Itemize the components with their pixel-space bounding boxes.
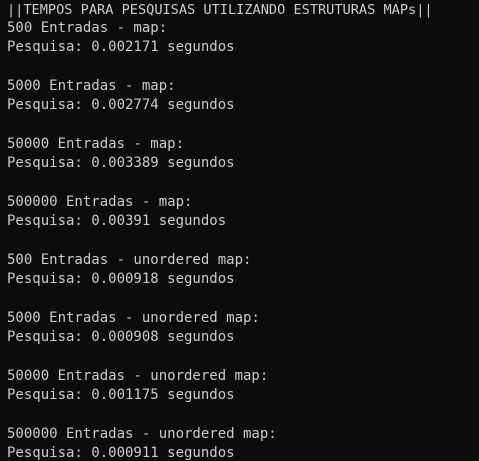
result-time: Pesquisa: 0.003389 segundos — [7, 155, 235, 171]
result-block: 5000 Entradas - unordered map: Pesquisa:… — [7, 309, 479, 347]
result-title: 500 Entradas - map: — [7, 20, 168, 36]
result-block: 5000 Entradas - map: Pesquisa: 0.002774 … — [7, 77, 479, 115]
result-time: Pesquisa: 0.000918 segundos — [7, 271, 235, 287]
result-block: 500000 Entradas - unordered map: Pesquis… — [7, 425, 479, 461]
result-title: 5000 Entradas - map: — [7, 78, 176, 94]
result-time: Pesquisa: 0.001175 segundos — [7, 387, 235, 403]
result-time: Pesquisa: 0.00391 segundos — [7, 213, 227, 229]
result-block: 500000 Entradas - map: Pesquisa: 0.00391… — [7, 193, 479, 231]
result-time: Pesquisa: 0.002774 segundos — [7, 97, 235, 113]
output-header: ||TEMPOS PARA PESQUISAS UTILIZANDO ESTRU… — [7, 2, 433, 18]
result-block: 500 Entradas - unordered map: Pesquisa: … — [7, 251, 479, 289]
result-block: 50000 Entradas - map: Pesquisa: 0.003389… — [7, 135, 479, 173]
result-title: 500 Entradas - unordered map: — [7, 252, 252, 268]
result-time: Pesquisa: 0.002171 segundos — [7, 39, 235, 55]
result-time: Pesquisa: 0.000911 segundos — [7, 445, 235, 461]
result-title: 500000 Entradas - unordered map: — [7, 426, 277, 442]
result-block: 500 Entradas - map: Pesquisa: 0.002171 s… — [7, 19, 479, 57]
result-time: Pesquisa: 0.000908 segundos — [7, 329, 235, 345]
result-title: 500000 Entradas - map: — [7, 194, 193, 210]
result-title: 50000 Entradas - unordered map: — [7, 368, 269, 384]
terminal-output: ||TEMPOS PARA PESQUISAS UTILIZANDO ESTRU… — [0, 0, 479, 461]
result-title: 5000 Entradas - unordered map: — [7, 310, 260, 326]
result-title: 50000 Entradas - map: — [7, 136, 185, 152]
result-block: 50000 Entradas - unordered map: Pesquisa… — [7, 367, 479, 405]
